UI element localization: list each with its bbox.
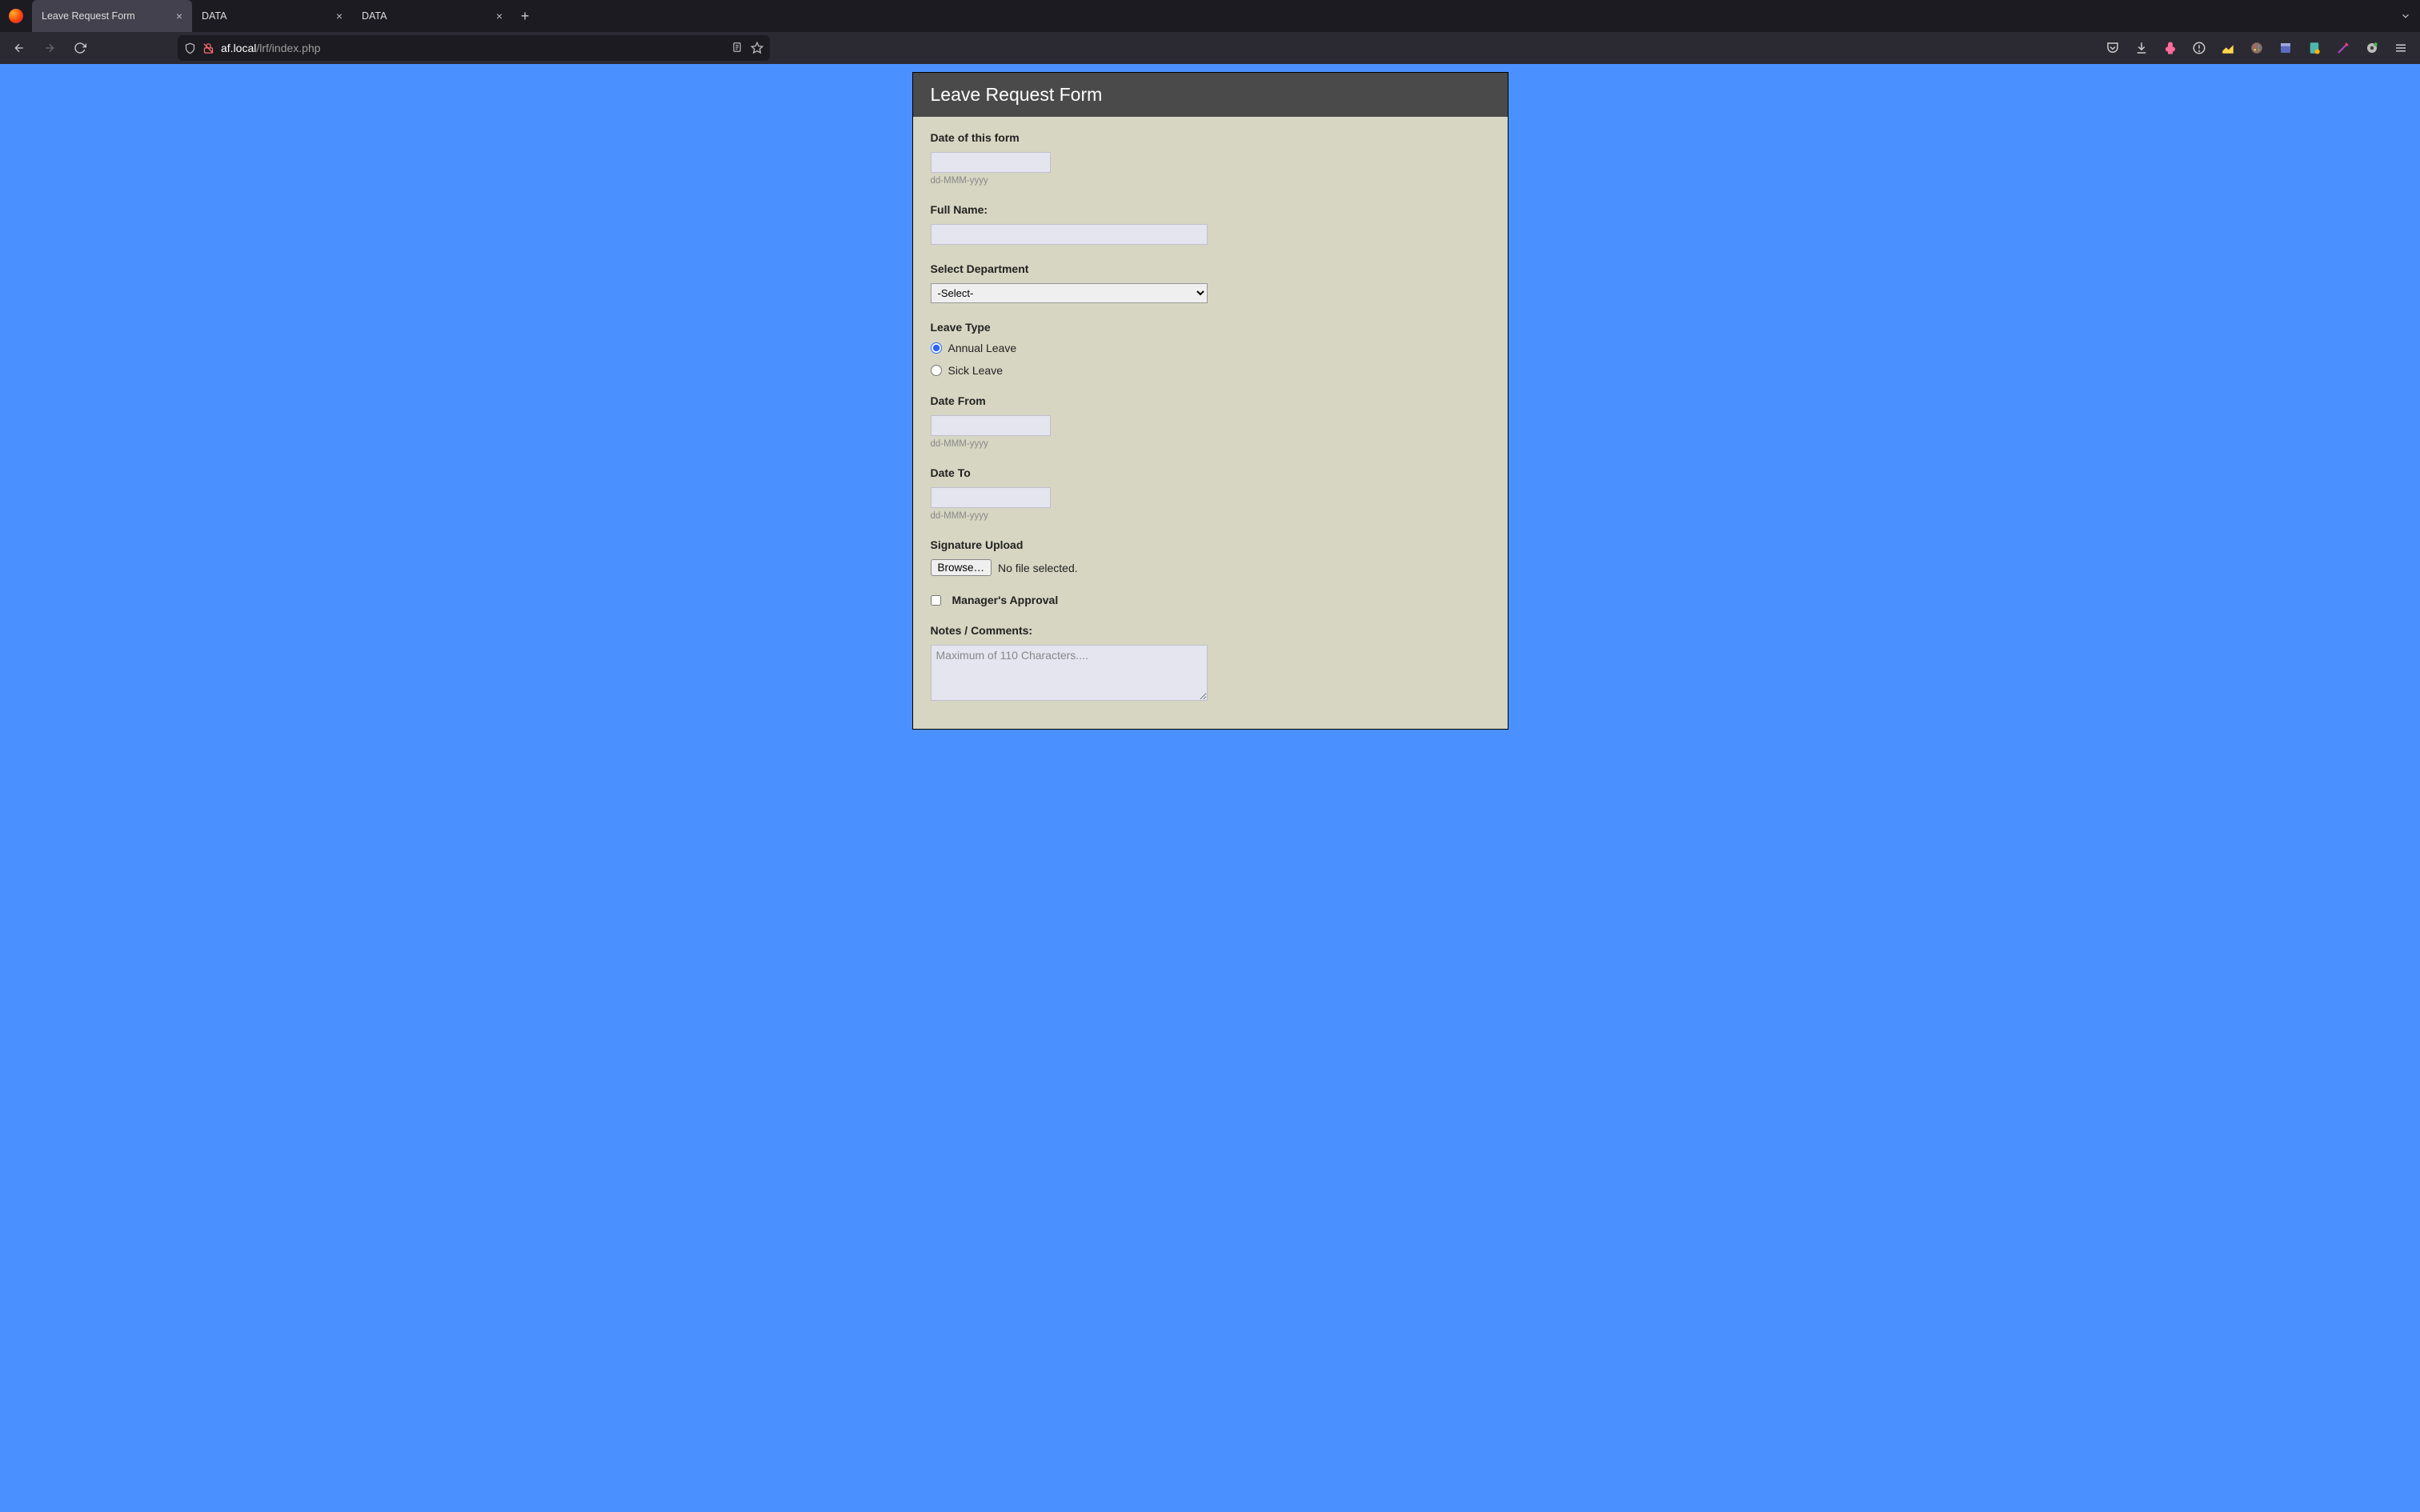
field-notes: Notes / Comments: [931,624,1490,705]
shield-icon[interactable] [184,42,196,54]
field-label: Leave Type [931,321,1490,334]
radio-option[interactable]: Sick Leave [931,364,1490,377]
browser-toolbar: af.local/lrf/index.php [0,32,2420,64]
browser-tab[interactable]: DATA × [352,0,512,32]
field-date-to: Date To dd-MMM-yyyy [931,466,1490,521]
insecure-lock-icon[interactable] [202,42,214,54]
extension-icon[interactable] [2273,35,2298,61]
firefox-icon [0,0,32,32]
url-host: af.local [221,42,256,54]
extension-icon[interactable] [2244,35,2270,61]
radio-option[interactable]: Annual Leave [931,342,1490,354]
back-button[interactable] [6,35,32,61]
field-leave-type: Leave Type Annual Leave Sick Leave [931,321,1490,377]
close-icon[interactable]: × [176,10,182,22]
extension-icon[interactable] [2302,35,2327,61]
tabs-dropdown-button[interactable] [2391,0,2420,32]
field-label: Signature Upload [931,538,1490,551]
radio-label: Sick Leave [948,364,1003,377]
tab-title: DATA [362,10,387,22]
tab-title: Leave Request Form [42,10,135,22]
extension-icon[interactable] [2158,35,2183,61]
managers-approval-checkbox[interactable] [931,595,941,606]
field-label: Date of this form [931,131,1490,144]
address-bar[interactable]: af.local/lrf/index.php [178,35,770,61]
url-path: /lrf/index.php [256,42,320,54]
forward-button[interactable] [37,35,62,61]
field-hint: dd-MMM-yyyy [931,511,1490,521]
downloads-icon[interactable] [2129,35,2154,61]
department-select[interactable]: -Select- [931,283,1208,303]
reload-button[interactable] [67,35,93,61]
field-label: Date To [931,466,1490,479]
full-name-input[interactable] [931,224,1208,245]
date-of-form-input[interactable] [931,152,1051,173]
reader-mode-icon[interactable] [731,42,743,54]
field-date-of-form: Date of this form dd-MMM-yyyy [931,131,1490,186]
extension-icon[interactable] [2359,35,2385,61]
url-text: af.local/lrf/index.php [221,42,725,54]
field-label: Notes / Comments: [931,624,1490,637]
tab-title: DATA [202,10,226,22]
pocket-icon[interactable] [2100,35,2126,61]
field-label: Date From [931,394,1490,407]
radio-label: Annual Leave [948,342,1017,354]
bookmark-star-icon[interactable] [751,42,763,54]
browser-titlebar: Leave Request Form × DATA × DATA × + [0,0,2420,32]
page-viewport: Leave Request Form Date of this form dd-… [0,64,2420,1512]
browse-button[interactable]: Browse… [931,559,992,576]
notes-textarea[interactable] [931,645,1208,701]
field-department: Select Department -Select- [931,262,1490,303]
close-icon[interactable]: × [496,10,503,22]
extension-icon[interactable] [2215,35,2241,61]
field-label: Select Department [931,262,1490,275]
form-card: Leave Request Form Date of this form dd-… [912,72,1508,730]
field-full-name: Full Name: [931,203,1490,245]
radio-sick-leave[interactable] [931,365,942,376]
browser-tab[interactable]: DATA × [192,0,352,32]
field-label: Full Name: [931,203,1490,216]
field-hint: dd-MMM-yyyy [931,176,1490,186]
new-tab-button[interactable]: + [512,0,538,32]
extension-icon[interactable] [2330,35,2356,61]
app-menu-button[interactable] [2388,35,2414,61]
field-date-from: Date From dd-MMM-yyyy [931,394,1490,449]
field-hint: dd-MMM-yyyy [931,439,1490,449]
browser-tab[interactable]: Leave Request Form × [32,0,192,32]
radio-annual-leave[interactable] [931,342,942,354]
file-status-text: No file selected. [998,562,1078,574]
field-signature-upload: Signature Upload Browse… No file selecte… [931,538,1490,576]
checkbox-label: Manager's Approval [952,594,1059,606]
date-from-input[interactable] [931,415,1051,436]
extension-icon[interactable] [2186,35,2212,61]
date-to-input[interactable] [931,487,1051,508]
field-managers-approval: Manager's Approval [931,594,1490,606]
toolbar-extensions [2100,35,2414,61]
form-title: Leave Request Form [913,73,1508,117]
close-icon[interactable]: × [336,10,343,22]
